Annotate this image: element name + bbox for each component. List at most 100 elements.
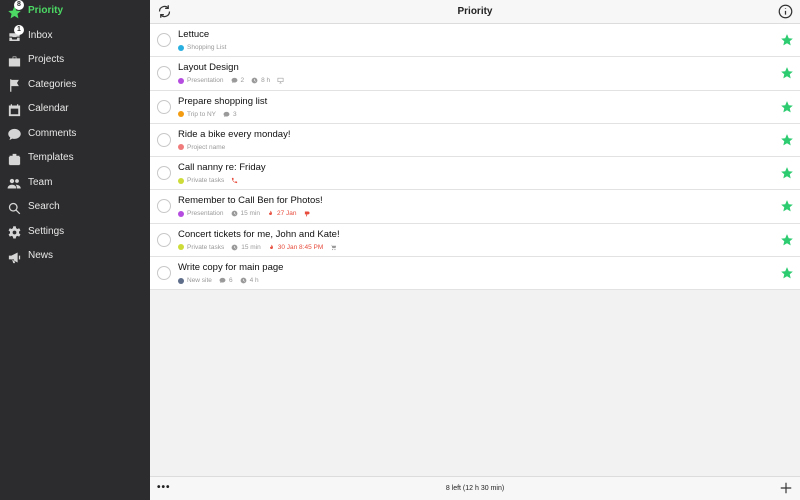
task-checkbox[interactable]: [157, 232, 171, 247]
bottom-bar: ••• 8 left (12 h 30 min): [150, 476, 800, 500]
comment-count: 2: [231, 77, 244, 84]
megaphone-icon: [6, 249, 22, 265]
sidebar-item-categories[interactable]: Categories: [0, 74, 150, 98]
sidebar-item-label: Inbox: [28, 29, 53, 41]
sidebar-item-inbox[interactable]: 1 Inbox: [0, 24, 150, 49]
sidebar-item-priority[interactable]: 8 Priority: [0, 0, 150, 24]
sidebar-item-calendar[interactable]: Calendar: [0, 98, 150, 122]
due-date: 30 Jan 8:45 PM: [268, 244, 323, 251]
task-meta: Presentation 2 8 h: [178, 77, 287, 84]
sidebar-item-search[interactable]: Search: [0, 196, 150, 220]
task-meta: Project name: [178, 144, 225, 151]
comment-icon: [219, 277, 226, 284]
star-icon[interactable]: [780, 66, 794, 80]
project-name: Trip to NY: [187, 110, 217, 118]
duration: 15 min: [231, 210, 260, 217]
star-icon[interactable]: [780, 33, 794, 47]
project-color-dot: [178, 177, 184, 184]
sidebar-item-label: Calendar: [28, 103, 69, 114]
task-meta: Shopping List: [178, 44, 226, 51]
task-row[interactable]: Layout Design Presentation 2 8 h: [150, 57, 800, 91]
duration: 15 min: [231, 244, 261, 251]
task-checkbox[interactable]: [157, 132, 171, 147]
task-row[interactable]: Concert tickets for me, John and Kate! P…: [150, 223, 800, 258]
due-date: 27 Jan: [267, 210, 297, 217]
task-title: Layout Design: [178, 62, 239, 74]
cart-icon: [330, 244, 340, 251]
phone-icon: [231, 177, 241, 184]
task-summary: 8 left (12 h 30 min): [445, 485, 505, 492]
task-row[interactable]: Remember to Call Ben for Photos! Present…: [150, 190, 800, 224]
project-name: New site: [187, 277, 212, 285]
clock-icon: [251, 77, 258, 84]
sidebar-item-projects[interactable]: Projects: [0, 49, 150, 73]
inbox-count-badge: 1: [14, 24, 24, 35]
sidebar-item-label: Team: [28, 176, 53, 188]
star-icon[interactable]: [780, 166, 794, 180]
comment-count: 3: [223, 111, 237, 118]
top-bar: Priority: [150, 0, 800, 24]
task-checkbox[interactable]: [157, 166, 171, 181]
team-icon: [6, 176, 22, 192]
task-meta: Presentation 15 min 27 Jan: [178, 210, 314, 217]
task-row[interactable]: Prepare shopping list Trip to NY 3: [150, 90, 800, 124]
templates-icon: [6, 151, 22, 167]
project-color-dot: [178, 77, 184, 84]
sidebar-item-label: Settings: [28, 225, 65, 237]
briefcase-icon: [6, 53, 22, 69]
task-row[interactable]: Call nanny re: Friday Private tasks: [150, 157, 800, 191]
sidebar-item-label: Templates: [28, 152, 74, 163]
add-task-button[interactable]: [779, 481, 793, 495]
hairdryer-icon: [304, 210, 314, 217]
sidebar-item-label: News: [28, 250, 54, 261]
star-icon[interactable]: [780, 100, 794, 114]
sidebar-item-label: Search: [28, 201, 60, 212]
task-checkbox[interactable]: [157, 199, 171, 214]
task-row[interactable]: Write copy for main page New site 6 4 h: [150, 257, 800, 291]
task-list: Lettuce Shopping List Layout Design Pres…: [150, 24, 800, 291]
task-checkbox[interactable]: [157, 266, 171, 281]
comment-icon: [223, 111, 230, 117]
sidebar-item-comments[interactable]: Comments: [0, 123, 150, 147]
star-icon[interactable]: [780, 266, 794, 280]
comment-icon: [231, 78, 237, 84]
clock-icon: [231, 244, 238, 251]
task-title: Ride a bike every monday!: [178, 128, 291, 140]
project-color-dot: [178, 111, 184, 118]
project-color-dot: [178, 44, 184, 51]
task-checkbox[interactable]: [157, 33, 171, 47]
sidebar-item-news[interactable]: News: [0, 245, 150, 269]
task-meta: Private tasks 15 min 30 Jan 8:45 PM: [178, 244, 340, 251]
comment-icon: [6, 127, 22, 143]
task-row[interactable]: Lettuce Shopping List: [150, 24, 800, 58]
task-title: Write copy for main page: [178, 262, 284, 274]
monitor-icon: [277, 77, 287, 84]
info-icon[interactable]: [778, 4, 793, 19]
sidebar-item-settings[interactable]: Settings: [0, 221, 150, 245]
flag-icon: [6, 78, 22, 94]
task-checkbox[interactable]: [157, 66, 171, 81]
plus-icon: [780, 482, 792, 494]
task-row[interactable]: Ride a bike every monday! Project name: [150, 123, 800, 158]
sidebar-item-templates[interactable]: Templates: [0, 147, 150, 171]
duration: 4 h: [240, 277, 259, 284]
project-color-dot: [178, 144, 184, 151]
task-title: Remember to Call Ben for Photos!: [178, 195, 323, 207]
star-icon[interactable]: [780, 199, 794, 213]
sidebar-item-label: Comments: [28, 127, 77, 139]
clock-icon: [240, 277, 246, 284]
sidebar-item-label: Priority: [28, 5, 64, 16]
sidebar-item-team[interactable]: Team: [0, 172, 150, 196]
star-icon[interactable]: [780, 233, 794, 247]
task-checkbox[interactable]: [157, 99, 171, 114]
task-meta: Private tasks: [178, 177, 241, 184]
task-title: Concert tickets for me, John and Kate!: [178, 228, 340, 240]
sidebar-item-label: Projects: [28, 54, 65, 65]
task-title: Prepare shopping list: [178, 95, 268, 107]
task-meta: New site 6 4 h: [178, 277, 259, 284]
main-panel: Priority Lettuce Shopping List Layout De…: [150, 0, 800, 500]
project-name: Private tasks: [187, 177, 225, 185]
search-icon: [6, 200, 22, 216]
star-icon[interactable]: [780, 133, 794, 147]
project-name: Presentation: [187, 210, 224, 218]
